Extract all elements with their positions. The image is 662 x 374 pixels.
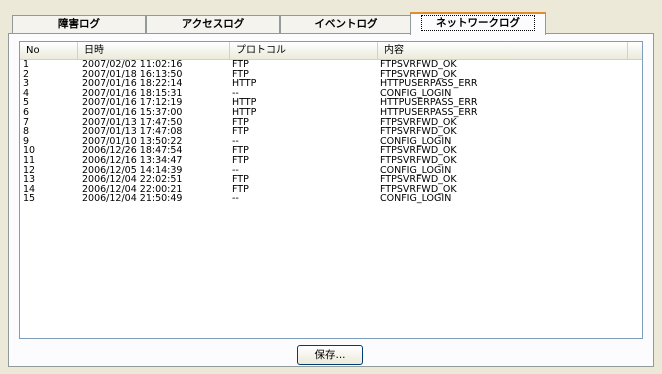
table-row[interactable]: 15 2006/12/04 21:50:49 -- CONFIG_LOGIN [20,194,642,204]
tab-network-log[interactable]: ネットワークログ [410,12,546,35]
cell-protocol: FTP [232,154,249,166]
cell-no: 4 [23,87,30,99]
tab-panel: No 日時 プロトコル 内容 1 2007/02/02 11:02:16 FTP FT… [8,33,654,367]
log-list[interactable]: No 日時 プロトコル 内容 1 2007/02/02 11:02:16 FTP FT… [19,41,643,339]
cell-protocol: FTP [232,116,249,128]
column-header-no[interactable]: No [20,42,78,59]
cell-protocol: FTP [232,174,249,186]
tab-label: アクセスログ [181,18,245,30]
cell-protocol: HTTP [232,106,257,118]
cell-no: 2 [23,68,30,80]
cell-no: 7 [23,116,30,128]
cell-no: 1 [23,59,30,70]
tab-event-log[interactable]: イベントログ [280,15,412,33]
cell-content: CONFIG_LOGIN [380,193,452,205]
tab-bar: 障害ログ アクセスログ イベントログ ネットワークログ [8,12,656,35]
cell-no: 8 [23,126,30,138]
list-body: 1 2007/02/02 11:02:16 FTP FTPSVRFWD_OK 2 2007… [20,60,642,204]
save-button-label: 保存... [314,349,346,361]
tab-label: イベントログ [314,18,378,30]
cell-protocol: -- [232,193,239,205]
log-window: 障害ログ アクセスログ イベントログ ネットワークログ No 日時 プロトコル … [0,0,662,374]
cell-protocol: FTP [232,126,249,138]
cell-protocol: HTTP [232,78,257,90]
cell-protocol: -- [232,164,239,176]
column-header-protocol[interactable]: プロトコル [230,42,378,59]
cell-protocol: FTP [232,145,249,157]
tab-fault-log[interactable]: 障害ログ [12,15,146,33]
cell-datetime: 2006/12/04 21:50:49 [82,193,183,205]
cell-no: 3 [23,78,30,90]
column-header-datetime[interactable]: 日時 [78,42,230,59]
cell-protocol: FTP [232,183,249,195]
column-header-filler [628,42,642,59]
tab-label: 障害ログ [58,18,100,30]
cell-no: 6 [23,106,30,118]
list-header: No 日時 プロトコル 内容 [20,42,642,60]
cell-protocol: FTP [232,59,249,70]
cell-protocol: -- [232,135,239,147]
cell-no: 15 [23,193,36,205]
cell-no: 5 [23,97,30,109]
save-button[interactable]: 保存... [297,345,363,365]
column-header-content[interactable]: 内容 [378,42,628,59]
tab-label: ネットワークログ [421,15,535,31]
tab-access-log[interactable]: アクセスログ [146,15,280,33]
